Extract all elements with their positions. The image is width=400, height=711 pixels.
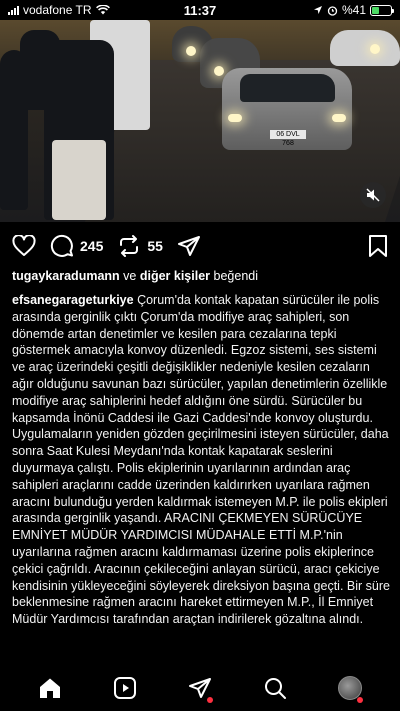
tab-search[interactable]: [260, 673, 290, 703]
comment-count: 245: [80, 238, 104, 254]
caption-username[interactable]: efsanegarageturkiye: [12, 293, 134, 307]
bottom-tab-bar: [0, 664, 400, 711]
liked-by[interactable]: tugaykaradumann ve diğer kişiler beğendi: [12, 268, 392, 284]
caption-text: Çorum'da kontak kapatan sürücüler ile po…: [12, 293, 390, 627]
liked-by-suffix: beğendi: [213, 269, 259, 283]
comment-button[interactable]: 245: [50, 234, 103, 258]
liked-by-user[interactable]: tugaykaradumann: [12, 269, 120, 283]
post-video[interactable]: 06 DVL 768: [0, 20, 400, 222]
wifi-icon: [95, 5, 110, 15]
reels-icon: [113, 676, 136, 699]
alarm-icon: [327, 5, 338, 16]
battery-icon: [370, 4, 394, 16]
liked-by-others[interactable]: diğer kişiler: [140, 269, 210, 283]
tab-home[interactable]: [35, 673, 65, 703]
like-button[interactable]: [12, 235, 36, 257]
tab-messages[interactable]: [185, 673, 215, 703]
send-icon: [188, 677, 211, 698]
carrier-name: vodafone TR: [23, 3, 92, 17]
person: [44, 40, 114, 220]
comment-icon: [50, 234, 73, 257]
profile-avatar: [338, 675, 363, 700]
tab-profile[interactable]: [335, 673, 365, 703]
heart-icon: [12, 235, 36, 256]
repost-icon: [120, 235, 139, 257]
license-plate: 06 DVL 768: [270, 130, 306, 147]
tab-reels[interactable]: [110, 673, 140, 703]
share-button[interactable]: [177, 234, 201, 258]
save-button[interactable]: [368, 234, 388, 258]
signal-icon: [8, 5, 19, 15]
post-caption: efsanegarageturkiye Çorum'da kontak kapa…: [12, 292, 392, 628]
repost-count: 55: [147, 238, 163, 254]
send-icon: [177, 236, 200, 256]
status-bar: vodafone TR 11:37 %41: [0, 0, 400, 20]
speaker-muted-icon[interactable]: [360, 182, 386, 208]
parked-car: 06 DVL 768: [222, 68, 352, 150]
notification-dot: [357, 696, 364, 703]
post-actions: 245 55: [0, 232, 400, 260]
liked-by-connector: ve: [123, 269, 137, 283]
location-icon: [313, 6, 322, 14]
search-icon: [265, 677, 287, 699]
notification-dot: [206, 696, 213, 703]
bookmark-icon: [369, 235, 387, 257]
home-icon: [39, 678, 60, 698]
repost-button[interactable]: 55: [117, 234, 163, 258]
battery-percent: %41: [341, 3, 366, 17]
